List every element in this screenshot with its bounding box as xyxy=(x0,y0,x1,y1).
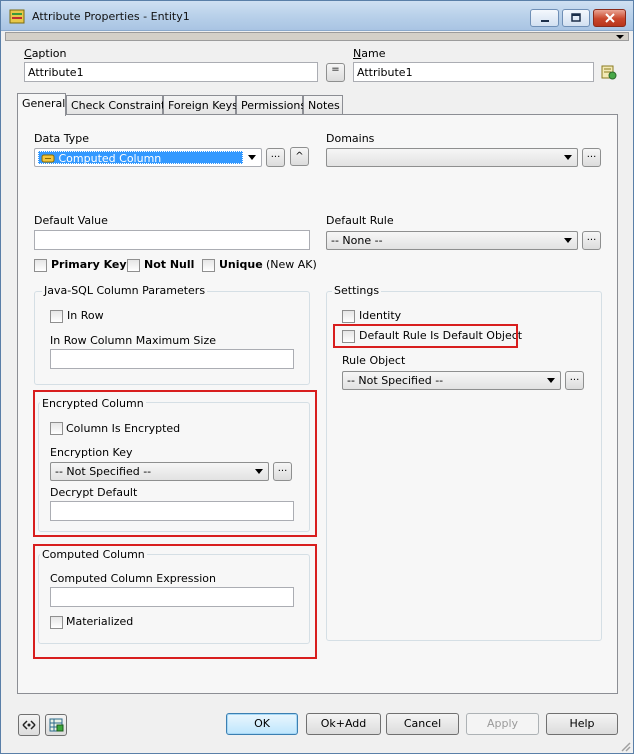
rule-object-browse-button[interactable]: ... xyxy=(565,371,584,390)
in-row-max-size-input[interactable] xyxy=(50,349,294,369)
highlight-encrypted-column xyxy=(33,390,317,537)
domains-combo[interactable] xyxy=(326,148,578,167)
name-options-icon[interactable] xyxy=(601,64,617,80)
apply-button[interactable]: Apply xyxy=(466,713,539,735)
close-button[interactable] xyxy=(593,9,626,27)
double-arrow-icon xyxy=(22,720,36,730)
not-null-label: Not Null xyxy=(144,258,195,271)
in-row-checkbox[interactable] xyxy=(50,310,63,323)
ok-button[interactable]: OK xyxy=(226,713,298,735)
name-input[interactable]: Attribute1 xyxy=(353,62,594,82)
properties-list-button[interactable] xyxy=(45,714,67,736)
caption-input[interactable]: Attribute1 xyxy=(24,62,318,82)
identity-label: Identity xyxy=(359,309,402,322)
minimize-button[interactable] xyxy=(530,9,559,27)
attribute-app-icon xyxy=(9,9,25,24)
caption-label: Caption xyxy=(24,47,67,60)
maximize-button[interactable] xyxy=(562,9,590,27)
resize-grip-icon[interactable] xyxy=(619,740,631,752)
data-type-up-button[interactable]: ^ xyxy=(290,147,309,166)
primary-key-label: Primary Key xyxy=(51,258,127,271)
highlight-computed-column xyxy=(33,544,317,659)
domains-label: Domains xyxy=(326,132,375,145)
navigate-button[interactable] xyxy=(18,714,40,736)
primary-key-checkbox[interactable] xyxy=(34,259,47,272)
close-icon xyxy=(604,13,615,23)
cancel-button[interactable]: Cancel xyxy=(386,713,459,735)
maximize-icon xyxy=(571,13,581,22)
tab-check-constraints[interactable]: Check Constraints xyxy=(66,95,171,115)
window-title: Attribute Properties - Entity1 xyxy=(32,10,190,23)
default-rule-browse-button[interactable]: ... xyxy=(582,231,601,250)
attribute-properties-window: Attribute Properties - Entity1 Caption A… xyxy=(0,0,634,754)
toolbar-dropdown-icon[interactable] xyxy=(616,35,624,39)
tab-general[interactable]: General xyxy=(17,93,66,116)
chevron-down-icon xyxy=(248,155,256,160)
unique-checkbox[interactable] xyxy=(202,259,215,272)
table-icon xyxy=(49,718,64,732)
unique-label: Unique xyxy=(219,258,263,271)
identity-checkbox[interactable] xyxy=(342,310,355,323)
rule-object-label: Rule Object xyxy=(342,354,406,367)
rule-object-combo[interactable]: -- Not Specified -- xyxy=(342,371,561,390)
title-bar[interactable]: Attribute Properties - Entity1 xyxy=(1,1,633,31)
help-button[interactable]: Help xyxy=(546,713,618,735)
java-sql-group-title: Java-SQL Column Parameters xyxy=(42,284,208,297)
data-type-label: Data Type xyxy=(34,132,90,145)
data-type-browse-button[interactable]: ... xyxy=(266,148,285,167)
default-value-label: Default Value xyxy=(34,214,108,227)
tab-permissions[interactable]: Permissions xyxy=(236,95,306,115)
default-rule-combo[interactable]: -- None -- xyxy=(326,231,578,250)
in-row-max-size-label: In Row Column Maximum Size xyxy=(50,334,216,347)
new-ak-label: (New AK) xyxy=(266,258,317,271)
default-rule-label: Default Rule xyxy=(326,214,394,227)
ok-add-button[interactable]: Ok+Add xyxy=(306,713,381,735)
name-label: Name xyxy=(353,47,386,60)
minimize-icon xyxy=(540,20,549,22)
domains-browse-button[interactable]: ... xyxy=(582,148,601,167)
default-value-input[interactable] xyxy=(34,230,310,250)
chevron-down-icon xyxy=(547,378,555,383)
data-type-combo[interactable]: Computed Column xyxy=(34,148,262,167)
tab-notes[interactable]: Notes xyxy=(303,95,343,115)
toolbar-strip[interactable] xyxy=(5,32,629,41)
highlight-default-rule-object xyxy=(333,324,518,348)
settings-group-title: Settings xyxy=(332,284,382,297)
data-type-selection: Computed Column xyxy=(38,151,243,165)
chevron-down-icon xyxy=(564,155,572,160)
computed-column-icon xyxy=(41,154,55,163)
caption-equals-name-button[interactable]: = xyxy=(326,63,345,82)
in-row-label: In Row xyxy=(67,309,104,322)
chevron-down-icon xyxy=(564,238,572,243)
tab-foreign-keys[interactable]: Foreign Keys xyxy=(163,95,238,115)
not-null-checkbox[interactable] xyxy=(127,259,140,272)
